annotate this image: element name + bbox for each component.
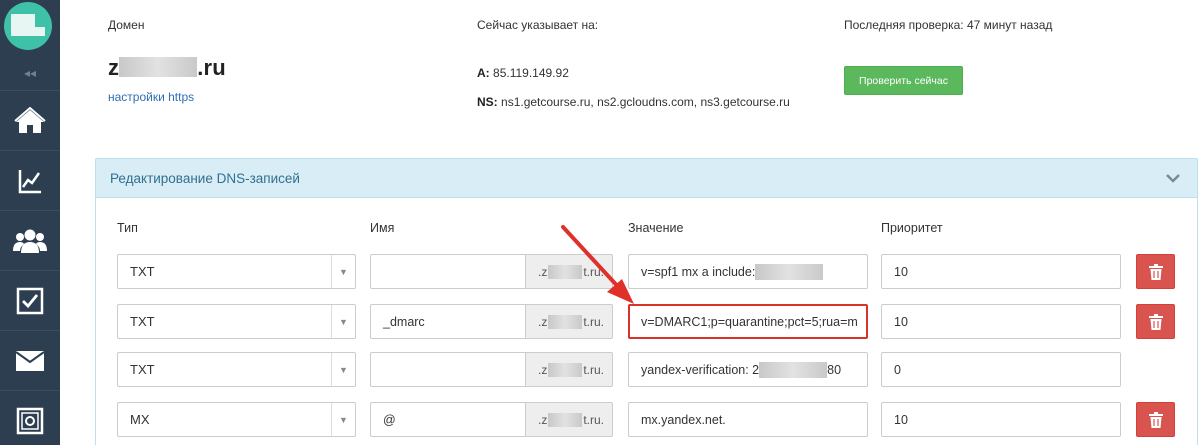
domain-addon: .z t.ru.	[525, 254, 613, 289]
col-value-header: Значение	[628, 221, 684, 235]
value-text: yandex-verification: 2	[641, 362, 760, 377]
sidebar-item-stats[interactable]	[0, 150, 60, 210]
type-select-value: TXT	[130, 362, 155, 377]
value-input[interactable]: v=spf1 mx a include:	[628, 254, 868, 289]
redacted-block	[548, 264, 583, 279]
delete-button[interactable]	[1136, 402, 1175, 437]
type-select-value: TXT	[130, 314, 155, 329]
value-text: mx.yandex.net.	[641, 412, 726, 427]
trash-icon	[1148, 411, 1163, 428]
chevron-down-icon[interactable]	[1163, 168, 1183, 188]
value-tail: 80	[827, 362, 842, 377]
delete-button[interactable]	[1136, 254, 1175, 289]
domain-addon: .z t.ru.	[525, 352, 613, 387]
delete-button[interactable]	[1136, 304, 1175, 339]
addon-prefix: .z	[538, 264, 548, 279]
type-select[interactable]: TXT ▼	[117, 352, 356, 387]
chart-icon	[18, 169, 41, 193]
redacted-block	[759, 361, 828, 378]
pointing-label: Сейчас указывает на:	[477, 18, 599, 32]
col-priority-header: Приоритет	[881, 221, 943, 235]
redacted-block	[548, 314, 583, 329]
priority-input[interactable]: 10	[881, 304, 1121, 339]
addon-prefix: .z	[538, 314, 548, 329]
value-text: v=spf1 mx a include:	[641, 264, 756, 279]
ns-record-key: NS:	[477, 95, 498, 109]
dns-row: TXT ▼ .z t.ru. v=spf1 mx a include: 10	[0, 254, 1200, 292]
a-record-key: A:	[477, 66, 490, 80]
type-select[interactable]: TXT ▼	[117, 304, 356, 339]
caret-down-icon: ▼	[331, 255, 355, 288]
type-select-value: MX	[130, 412, 150, 427]
domain-name: z .ru	[108, 55, 226, 81]
type-select-value: TXT	[130, 264, 155, 279]
value-input[interactable]: mx.yandex.net.	[628, 402, 868, 437]
domain-prefix: z	[108, 55, 120, 80]
addon-prefix: .z	[538, 362, 548, 377]
type-select[interactable]: MX ▼	[117, 402, 356, 437]
value-text: v=DMARC1;p=quarantine;pct=5;rua=m	[641, 314, 858, 329]
logo-icon[interactable]	[4, 2, 52, 50]
name-input[interactable]: _dmarc	[370, 304, 525, 339]
addon-suffix: t.ru.	[583, 412, 605, 427]
addon-prefix: .z	[538, 412, 548, 427]
caret-down-icon: ▼	[331, 353, 355, 386]
priority-input[interactable]: 10	[881, 402, 1121, 437]
dns-row: TXT ▼ _dmarc .z t.ru. v=DMARC1;p=quarantin…	[0, 304, 1200, 342]
name-input[interactable]: @	[370, 402, 525, 437]
addon-suffix: t.ru.	[583, 362, 605, 377]
dns-row: TXT ▼ .z t.ru. yandex-verification: 2 80 0	[0, 352, 1200, 390]
last-check-text: Последняя проверка: 47 минут назад	[844, 18, 1053, 32]
col-type-header: Тип	[117, 221, 138, 235]
addon-suffix: t.ru.	[583, 264, 605, 279]
trash-icon	[1148, 313, 1163, 330]
https-settings-link[interactable]: настройки https	[108, 90, 194, 104]
users-icon	[13, 229, 47, 253]
trash-icon	[1148, 263, 1163, 280]
redacted-block	[119, 57, 198, 78]
domain-addon: .z t.ru.	[525, 304, 613, 339]
caret-down-icon: ▼	[331, 403, 355, 436]
redacted-block	[548, 362, 583, 377]
type-select[interactable]: TXT ▼	[117, 254, 356, 289]
domain-label: Домен	[108, 18, 145, 32]
ns-record: NS: ns1.getcourse.ru, ns2.gcloudns.com, …	[477, 95, 790, 109]
addon-suffix: t.ru.	[583, 314, 605, 329]
dns-row: MX ▼ @ .z t.ru. mx.yandex.net. 10	[0, 402, 1200, 440]
value-input-highlighted[interactable]: v=DMARC1;p=quarantine;pct=5;rua=m	[628, 304, 868, 339]
check-now-button[interactable]: Проверить сейчас	[844, 66, 963, 95]
a-record: A: 85.119.149.92	[477, 66, 569, 80]
domain-addon: .z t.ru.	[525, 402, 613, 437]
collapse-icon[interactable]: ◂◂	[0, 60, 60, 86]
caret-down-icon: ▼	[331, 305, 355, 338]
sidebar-item-home[interactable]	[0, 90, 60, 150]
col-name-header: Имя	[370, 221, 395, 235]
priority-input[interactable]: 0	[881, 352, 1121, 387]
ns-record-value: ns1.getcourse.ru, ns2.gcloudns.com, ns3.…	[501, 95, 790, 109]
a-record-value: 85.119.149.92	[493, 66, 569, 80]
panel-title: Редактирование DNS-записей	[110, 170, 300, 186]
home-icon	[14, 106, 46, 133]
name-input[interactable]	[370, 352, 525, 387]
redacted-block	[755, 263, 824, 280]
name-input[interactable]	[370, 254, 525, 289]
dns-panel-header[interactable]: Редактирование DNS-записей	[96, 159, 1197, 198]
priority-input[interactable]: 10	[881, 254, 1121, 289]
domain-suffix: .ru	[197, 55, 226, 80]
value-input[interactable]: yandex-verification: 2 80	[628, 352, 868, 387]
redacted-block	[548, 412, 583, 427]
